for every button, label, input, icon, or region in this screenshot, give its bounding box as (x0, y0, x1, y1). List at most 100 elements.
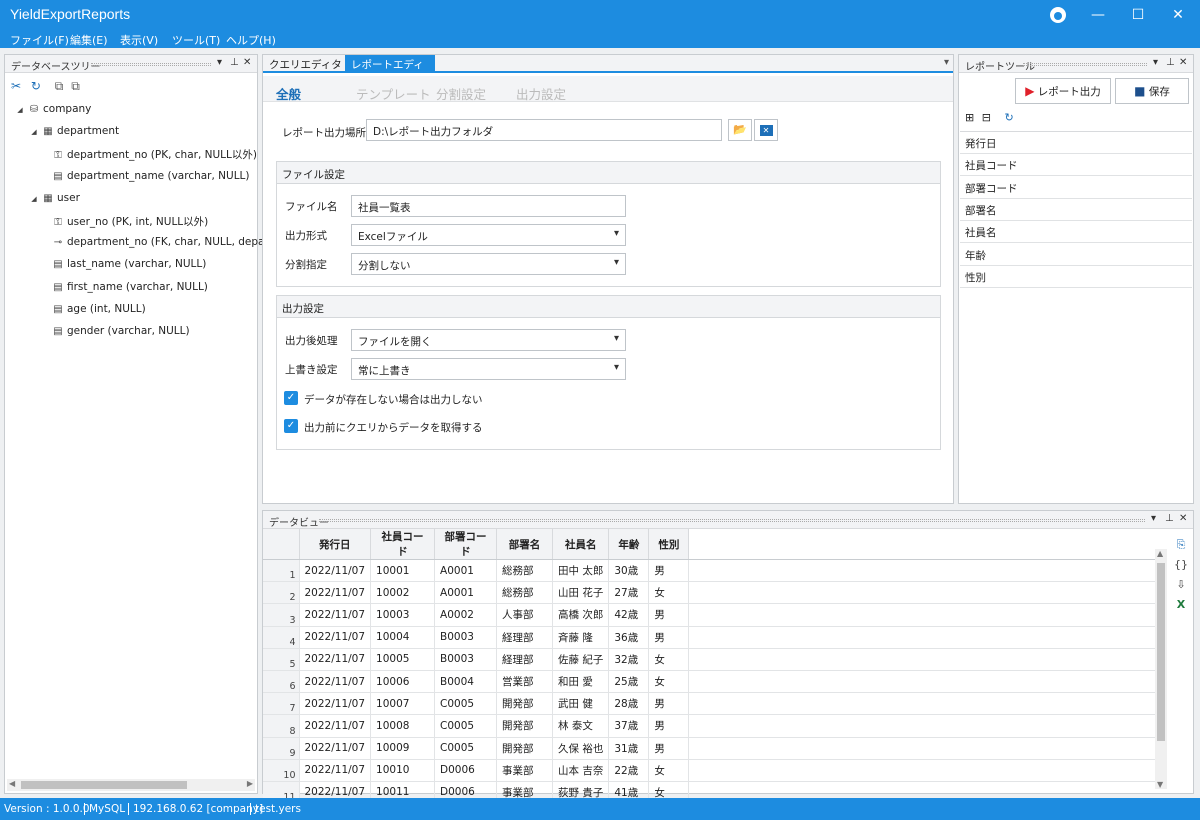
menu-file[interactable]: ファイル(F) (10, 32, 69, 48)
table-cell[interactable]: 高橋 次郎 (552, 603, 610, 627)
save-button[interactable]: ■ 保存 (1115, 78, 1189, 104)
collapse-all-icon[interactable]: ⧉ (71, 79, 80, 93)
table-cell[interactable]: 10004 (370, 626, 436, 649)
table-cell[interactable]: 男 (648, 737, 690, 760)
column-header[interactable]: 発行日 (299, 529, 372, 560)
menu-help[interactable]: ヘルプ(H) (226, 32, 276, 48)
table-cell[interactable]: 山田 花子 (552, 581, 610, 605)
row-number[interactable]: 4 (263, 626, 300, 649)
table-row[interactable]: 1 2022/11/07 10001 A0001 総務部 田中 太郎 30歳男 (263, 559, 1161, 583)
table-cell[interactable]: 2022/11/07 (299, 737, 372, 760)
report-field-row[interactable]: 部署名 (960, 199, 1192, 221)
table-cell[interactable]: 2022/11/07 (299, 603, 372, 627)
folder-open-icon[interactable]: 📂 (728, 119, 752, 141)
close-button[interactable]: ✕ (1158, 0, 1198, 30)
panel-menu-icon[interactable]: ▾ (1151, 513, 1156, 524)
table-row[interactable]: 3 2022/11/07 10003 A0002 人事部 高橋 次郎 42歳男 (263, 603, 1161, 627)
fetch-before-checkbox[interactable]: ✓ (284, 419, 298, 433)
table-cell[interactable]: B0003 (434, 626, 498, 649)
scrollbar-thumb[interactable] (1157, 563, 1165, 741)
report-field-row[interactable]: 性別 (960, 266, 1192, 288)
table-cell[interactable]: 36歳 (608, 626, 650, 649)
table-cell[interactable]: 男 (648, 692, 690, 716)
table-cell[interactable]: 経理部 (496, 626, 554, 649)
table-cell[interactable]: 斉藤 隆 (552, 626, 610, 649)
tab-report-editor[interactable]: レポートエディタ ✕ (345, 55, 435, 86)
delete-row-icon[interactable]: ⊟ (982, 111, 991, 124)
skip-empty-checkbox[interactable]: ✓ (284, 391, 298, 405)
column-header[interactable]: 部署コード (434, 529, 498, 560)
format-select[interactable]: Excelファイル (351, 224, 626, 246)
file-name-input[interactable]: 社員一覧表 (351, 195, 626, 217)
row-number[interactable]: 5 (263, 648, 300, 671)
table-cell[interactable]: 2022/11/07 (299, 714, 372, 738)
panel-grip[interactable] (319, 519, 1145, 522)
tab-query-editor[interactable]: クエリエディタ (263, 55, 348, 73)
table-cell[interactable]: 人事部 (496, 603, 554, 627)
panel-grip[interactable] (91, 63, 211, 66)
table-cell[interactable]: 開発部 (496, 692, 554, 716)
json-icon[interactable]: {} (1173, 555, 1189, 575)
tree-item[interactable]: ▤ first_name (varchar, NULL) (51, 281, 208, 293)
column-header[interactable]: 部署名 (496, 529, 554, 560)
table-cell[interactable]: 男 (648, 559, 690, 583)
grid-corner[interactable] (263, 529, 300, 560)
table-cell[interactable]: 男 (648, 714, 690, 738)
subtab-template[interactable]: テンプレート (356, 84, 431, 103)
vertical-scrollbar[interactable]: ▲ ▼ (1155, 549, 1167, 789)
minimize-button[interactable]: — (1078, 0, 1118, 30)
output-location-input[interactable]: D:\レポート出力フォルダ (366, 119, 722, 141)
table-cell[interactable]: A0001 (434, 559, 498, 583)
row-number[interactable]: 2 (263, 581, 300, 605)
report-output-button[interactable]: ▶ レポート出力 (1015, 78, 1111, 104)
table-cell[interactable]: 女 (648, 759, 690, 782)
export-file-icon[interactable]: ⎘ (1173, 535, 1189, 555)
row-number[interactable]: 7 (263, 692, 300, 716)
tab-list-icon[interactable]: ▾ (944, 57, 949, 68)
table-cell[interactable]: 林 泰文 (552, 714, 610, 738)
panel-close-icon[interactable]: ✕ (1179, 57, 1187, 68)
report-field-row[interactable]: 発行日 (960, 132, 1192, 154)
table-cell[interactable]: 10007 (370, 692, 436, 716)
tree-item[interactable]: ▤ last_name (varchar, NULL) (51, 258, 206, 270)
data-grid[interactable]: 発行日 社員コード 部署コード 部署名 社員名 年齢 性別 1 2022/11/07 10001 A… (263, 529, 1161, 805)
table-cell[interactable]: 経理部 (496, 648, 554, 671)
menu-tools[interactable]: ツール(T) (172, 32, 220, 48)
table-cell[interactable]: 営業部 (496, 670, 554, 694)
table-cell[interactable]: 総務部 (496, 559, 554, 583)
table-cell[interactable]: 山本 吉奈 (552, 759, 610, 782)
table-cell[interactable]: 女 (648, 670, 690, 694)
table-cell[interactable]: 25歳 (608, 670, 650, 694)
expand-all-icon[interactable]: ⧉ (55, 79, 64, 93)
row-number[interactable]: 10 (263, 759, 300, 782)
table-row[interactable]: 2 2022/11/07 10002 A0001 総務部 山田 花子 27歳女 (263, 581, 1161, 605)
table-cell[interactable]: A0001 (434, 581, 498, 605)
table-cell[interactable]: 10009 (370, 737, 436, 760)
horizontal-scrollbar[interactable]: ◀ ▶ (7, 779, 255, 791)
panel-menu-icon[interactable]: ▾ (1153, 57, 1158, 68)
pin-icon[interactable]: ⊥ (230, 57, 239, 68)
table-cell[interactable]: D0006 (434, 759, 498, 782)
table-cell[interactable]: 2022/11/07 (299, 670, 372, 694)
row-number[interactable]: 1 (263, 559, 300, 583)
column-header[interactable]: 社員名 (552, 529, 610, 560)
table-cell[interactable]: 31歳 (608, 737, 650, 760)
table-cell[interactable]: 10001 (370, 559, 436, 583)
tree-item[interactable]: ◢ ⛁ company (13, 103, 91, 115)
menu-view[interactable]: 表示(V) (120, 32, 158, 48)
table-cell[interactable]: 武田 健 (552, 692, 610, 716)
panel-menu-icon[interactable]: ▾ (217, 57, 222, 68)
table-row[interactable]: 10 2022/11/07 10010 D0006 事業部 山本 吉奈 22歳女 (263, 759, 1161, 782)
table-cell[interactable]: 10008 (370, 714, 436, 738)
report-field-row[interactable]: 社員コード (960, 154, 1192, 177)
table-cell[interactable]: 和田 愛 (552, 670, 610, 694)
pin-icon[interactable]: ⊥ (1166, 57, 1175, 68)
panel-grip[interactable] (1023, 63, 1147, 66)
panel-close-icon[interactable]: ✕ (1179, 513, 1187, 524)
tree-item[interactable]: ⚿ department_no (PK, char, NULL以外) (51, 147, 257, 162)
table-cell[interactable]: 10006 (370, 670, 436, 694)
table-cell[interactable]: 37歳 (608, 714, 650, 738)
table-cell[interactable]: 2022/11/07 (299, 648, 372, 671)
table-cell[interactable]: C0005 (434, 692, 498, 716)
table-cell[interactable]: 2022/11/07 (299, 759, 372, 782)
